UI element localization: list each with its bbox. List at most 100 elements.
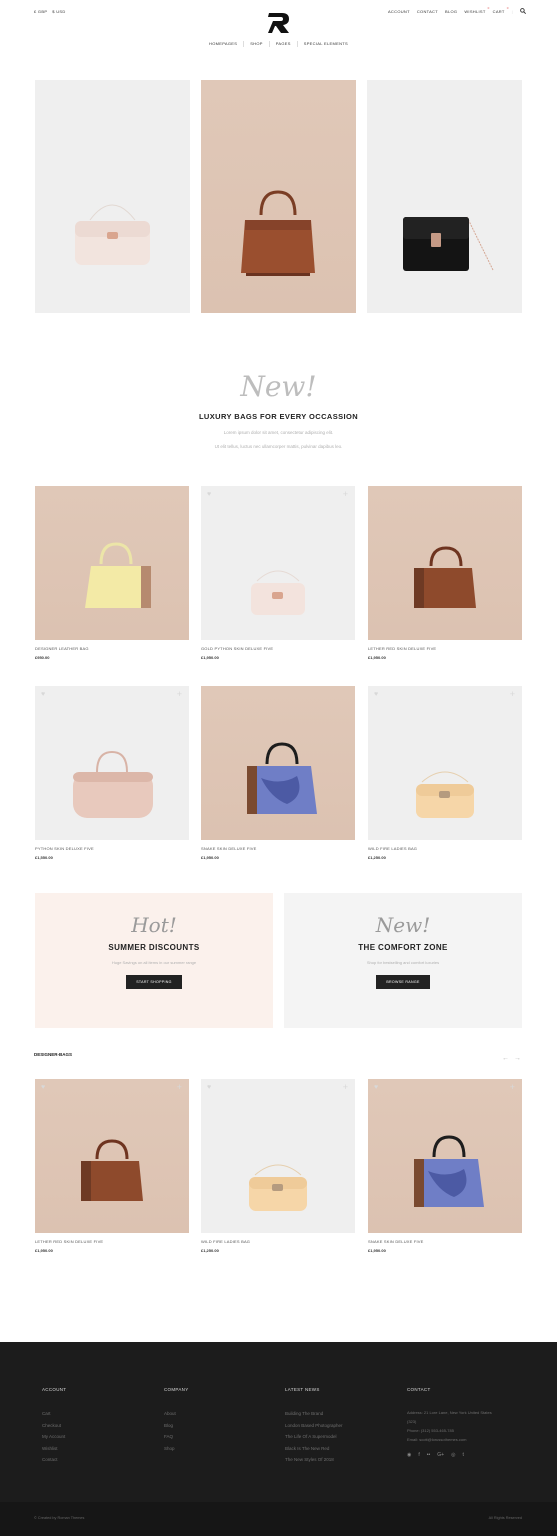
footer-news-link[interactable]: London Based Photographer [285, 1420, 343, 1432]
wishlist-heart-icon[interactable]: ♥ [41, 691, 45, 698]
footer-news-link[interactable]: The New Styles Of 2018 [285, 1454, 343, 1466]
add-to-cart-icon[interactable]: + [510, 689, 515, 699]
contact-email[interactable]: Email: scott@lorussothemes.com [407, 1435, 522, 1444]
hero-banner-brown-bag[interactable] [201, 80, 356, 313]
nav-shop[interactable]: SHOP [243, 41, 269, 47]
product-card[interactable]: ♥ + WILD FIRE LADIES BAG £1,250.00 [201, 1079, 355, 1253]
product-image[interactable]: ♥ + [35, 1079, 189, 1233]
product-card[interactable]: ♥ + GOLD PYTHON SKIN DELUXE FIVE £1,950.… [201, 486, 355, 660]
footer-heading: ACCOUNT [42, 1387, 67, 1392]
nav-contact[interactable]: CONTACT [417, 9, 438, 14]
dribbble-icon[interactable]: ◉ [407, 1452, 411, 1458]
instagram-icon[interactable]: ◎ [451, 1452, 455, 1458]
footer-link-shop[interactable]: Shop [164, 1443, 189, 1455]
product-image[interactable]: ♥ + [201, 1079, 355, 1233]
product-card[interactable]: ♥ + SNAKE SKIN DELUXE FIVE £1,950.00 [368, 1079, 522, 1253]
product-name[interactable]: GOLD PYTHON SKIN DELUXE FIVE [201, 646, 355, 651]
nav-pages[interactable]: PAGES [268, 41, 297, 47]
social-links: ◉ f •• G+ ◎ t [407, 1452, 522, 1458]
add-to-cart-icon[interactable]: + [343, 1082, 348, 1092]
footer-link-about[interactable]: About [164, 1408, 189, 1420]
add-to-cart-icon[interactable]: + [177, 1082, 182, 1092]
product-price: £1,950.00 [201, 655, 219, 660]
product-image[interactable]: ♥ + [368, 1079, 522, 1233]
footer-link-faq[interactable]: FAQ [164, 1431, 189, 1443]
nav-cart[interactable]: CART 0 [493, 6, 509, 14]
arrow-left-icon[interactable]: ← [502, 1055, 509, 1062]
product-name[interactable]: LETHER RED SKIN DELUXE FIVE [35, 1239, 189, 1244]
product-image[interactable] [35, 486, 189, 640]
footer-heading: COMPANY [164, 1387, 189, 1392]
product-card[interactable]: LETHER RED SKIN DELUXE FIVE £1,950.00 [368, 486, 522, 660]
contact-zip: (323) [407, 1419, 417, 1424]
wishlist-heart-icon[interactable]: ♥ [374, 691, 378, 698]
product-price: £1,250.00 [368, 855, 386, 860]
hero-banner-cream-bag[interactable] [35, 80, 190, 313]
product-card[interactable]: SNAKE SKIN DELUXE FIVE £1,950.00 [201, 686, 355, 860]
add-to-cart-icon[interactable]: + [343, 489, 348, 499]
facebook-icon[interactable]: f [418, 1452, 419, 1458]
product-image[interactable] [368, 486, 522, 640]
arrow-right-icon[interactable]: → [514, 1055, 521, 1062]
footer-news-link[interactable]: Building The Brand [285, 1408, 343, 1420]
nav-homepages[interactable]: HOMEPAGES [203, 41, 243, 47]
add-to-cart-icon[interactable]: + [510, 1082, 515, 1092]
peach-bag-image [416, 771, 474, 818]
footer-link-wishlist[interactable]: Wishlist [42, 1443, 66, 1455]
currency-gbp[interactable]: £ GBP [34, 9, 47, 14]
product-price: £950.00 [35, 655, 50, 660]
promo-summer-discounts: Hot! SUMMER DISCOUNTS Huge Savings on al… [35, 893, 273, 1028]
yellow-bag-image [85, 542, 151, 608]
product-name[interactable]: SNAKE SKIN DELUXE FIVE [201, 846, 355, 851]
wishlist-heart-icon[interactable]: ♥ [41, 1084, 45, 1091]
product-name[interactable]: LETHER RED SKIN DELUXE FIVE [368, 646, 522, 651]
hero-banner-black-bag[interactable] [367, 80, 522, 313]
promo-script-heading: New! [375, 913, 431, 937]
product-image[interactable]: ♥ + [368, 686, 522, 840]
start-shopping-button[interactable]: START SHOPPING [126, 975, 182, 989]
product-name[interactable]: WILD FIRE LADIES BAG [368, 846, 522, 851]
footer-link-checkout[interactable]: Checkout [42, 1420, 66, 1432]
footer-link-blog[interactable]: Blog [164, 1420, 189, 1432]
footer-column-account: ACCOUNT Cart Checkout My Account Wishlis… [42, 1387, 66, 1466]
search-icon[interactable] [520, 8, 526, 14]
footer-news-link[interactable]: Black Is The New Red [285, 1443, 343, 1455]
footer-column-latest-news: LATEST NEWS Building The Brand London Ba… [285, 1387, 343, 1466]
add-to-cart-icon[interactable]: + [177, 689, 182, 699]
currency-usd[interactable]: $ USD [52, 9, 65, 14]
footer-link-contact[interactable]: Contact [42, 1454, 66, 1466]
product-card[interactable]: DESIGNER LEATHER BAG £950.00 [35, 486, 189, 660]
product-name[interactable]: SNAKE SKIN DELUXE FIVE [368, 1239, 522, 1244]
nav-special-elements[interactable]: SPECIAL ELEMENTS [296, 41, 354, 47]
nav-account[interactable]: ACCOUNT [388, 9, 410, 14]
promo-title: THE COMFORT ZONE [358, 943, 448, 952]
header: £ GBP $ USD ACCOUNT CONTACT BLOG WISHLIS… [0, 0, 557, 62]
browse-range-button[interactable]: BROWSE RANGE [376, 975, 430, 989]
product-name[interactable]: DESIGNER LEATHER BAG [35, 646, 189, 651]
brown-bag-image [414, 546, 476, 608]
nav-blog[interactable]: BLOG [445, 9, 457, 14]
product-name[interactable]: WILD FIRE LADIES BAG [201, 1239, 355, 1244]
flickr-icon[interactable]: •• [427, 1452, 431, 1458]
promo-text: Shop for bestselling and comfort luxurie… [366, 960, 440, 965]
twitter-icon[interactable]: t [462, 1452, 463, 1458]
footer-news-link[interactable]: The Life Of A Supermodel [285, 1431, 343, 1443]
wishlist-heart-icon[interactable]: ♥ [207, 491, 211, 498]
product-card[interactable]: ♥ + LETHER RED SKIN DELUXE FIVE £1,950.0… [35, 1079, 189, 1253]
product-image[interactable]: ♥ + [201, 486, 355, 640]
product-image[interactable] [201, 686, 355, 840]
wishlist-heart-icon[interactable]: ♥ [374, 1084, 378, 1091]
brand-logo[interactable] [268, 13, 290, 33]
nav-wishlist[interactable]: WISHLIST 0 [464, 6, 489, 14]
footer-link-my-account[interactable]: My Account [42, 1431, 66, 1443]
top-navigation: ACCOUNT CONTACT BLOG WISHLIST 0 CART 0 | [388, 6, 526, 14]
product-card[interactable]: ♥ + WILD FIRE LADIES BAG £1,250.00 [368, 686, 522, 860]
product-name[interactable]: PYTHON SKIN DELUXE FIVE [35, 846, 189, 851]
footer-link-cart[interactable]: Cart [42, 1408, 66, 1420]
brown-bag-image [241, 190, 315, 276]
wishlist-heart-icon[interactable]: ♥ [207, 1084, 211, 1091]
product-image[interactable]: ♥ + [35, 686, 189, 840]
product-card[interactable]: ♥ + PYTHON SKIN DELUXE FIVE £1,550.00 [35, 686, 189, 860]
google-plus-icon[interactable]: G+ [437, 1452, 444, 1458]
rights-text: All Rights Reserved [488, 1516, 522, 1520]
